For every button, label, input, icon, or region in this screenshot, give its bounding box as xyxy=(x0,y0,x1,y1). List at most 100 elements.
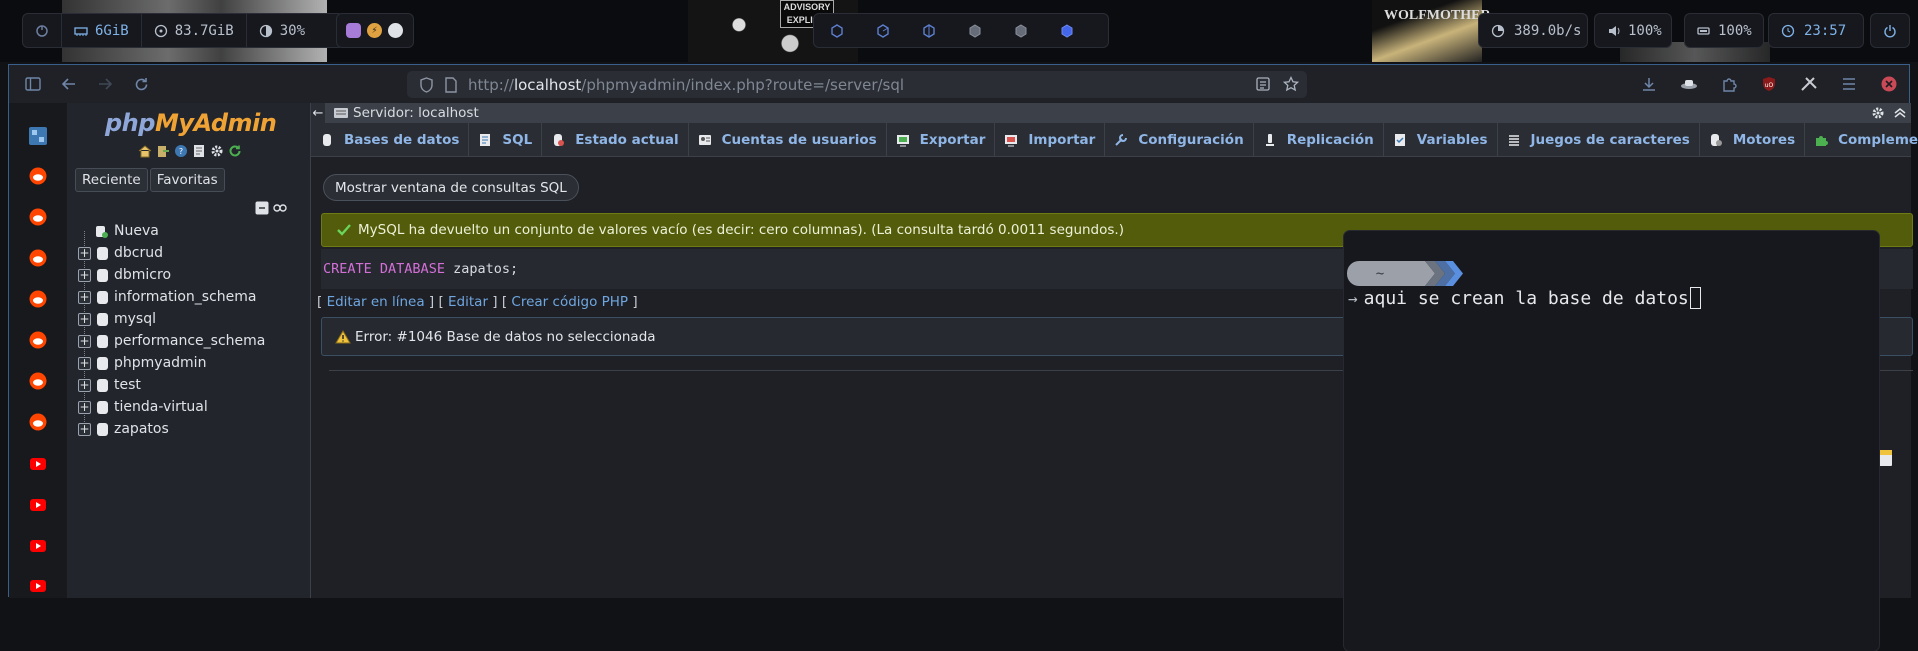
tab-databases[interactable]: Bases de datos xyxy=(311,123,470,157)
tab-reddit-7[interactable] xyxy=(28,412,48,432)
show-query-window-button[interactable]: Mostrar ventana de consultas SQL xyxy=(323,174,579,201)
tab-reddit-1[interactable] xyxy=(28,166,48,186)
back-button[interactable] xyxy=(51,65,87,103)
tray-bolt-icon[interactable]: ⚡ xyxy=(367,23,382,38)
database-name[interactable]: mysql xyxy=(114,311,156,327)
database-item-dbmicro[interactable]: + dbmicro xyxy=(75,264,305,286)
recent-tab[interactable]: Reciente xyxy=(75,168,148,192)
tab-variables[interactable]: Variables xyxy=(1384,123,1498,157)
tab-status[interactable]: Estado actual xyxy=(542,123,689,157)
battery-pill[interactable]: 100% xyxy=(1684,13,1764,48)
tab-sql[interactable]: SQL xyxy=(469,123,543,157)
tab-export[interactable]: Exportar xyxy=(887,123,996,157)
reader-view-icon[interactable] xyxy=(1255,76,1271,92)
database-item-mysql[interactable]: + mysql xyxy=(75,308,305,330)
tab-reddit-4[interactable] xyxy=(28,289,48,309)
workspace-2-icon[interactable] xyxy=(860,23,906,38)
shield-icon[interactable] xyxy=(419,76,434,93)
power-pill[interactable] xyxy=(1870,13,1910,48)
expand-icon[interactable]: + xyxy=(78,356,91,370)
volume-pill[interactable]: 100% xyxy=(1594,13,1672,48)
help-icon[interactable]: ? xyxy=(173,143,188,158)
reload-button[interactable] xyxy=(123,65,159,103)
tab-replication[interactable]: Replicación xyxy=(1254,123,1384,157)
steam-icon[interactable] xyxy=(388,23,403,38)
tab-import[interactable]: Importar xyxy=(995,123,1106,157)
tab-charsets[interactable]: Juegos de caracteres xyxy=(1498,123,1700,157)
close-window-button[interactable] xyxy=(1869,65,1909,103)
tab-reddit-6[interactable] xyxy=(28,371,48,391)
documentation-icon[interactable] xyxy=(191,143,206,158)
database-item-test[interactable]: + test xyxy=(75,374,305,396)
clock-pill[interactable]: 23:57 xyxy=(1768,13,1864,48)
workspace-4-icon[interactable] xyxy=(952,23,998,38)
expand-icon[interactable]: + xyxy=(78,268,91,282)
database-item-information-schema[interactable]: + information_schema xyxy=(75,286,305,308)
tab-reddit-3[interactable] xyxy=(28,248,48,268)
bookmark-star-icon[interactable] xyxy=(1283,76,1299,92)
expand-icon[interactable]: + xyxy=(78,334,91,348)
expand-icon[interactable]: + xyxy=(78,290,91,304)
database-item-performance-schema[interactable]: + performance_schema xyxy=(75,330,305,352)
collapse-navigation-button[interactable]: ← xyxy=(311,103,325,123)
database-name[interactable]: test xyxy=(114,377,141,393)
ublock-button[interactable]: uO xyxy=(1749,65,1789,103)
server-breadcrumb[interactable]: Servidor: localhost xyxy=(353,105,479,121)
cpu-indicator[interactable]: 30% xyxy=(247,14,317,47)
tab-reddit-5[interactable] xyxy=(28,330,48,350)
expand-icon[interactable]: + xyxy=(78,312,91,326)
sidebar-toggle-button[interactable] xyxy=(15,65,51,103)
create-php-code-link[interactable]: Crear código PHP xyxy=(511,294,628,310)
tab-settings[interactable]: Configuración xyxy=(1105,123,1254,157)
expand-icon[interactable]: + xyxy=(78,400,91,414)
memory-indicator[interactable]: 6GiB xyxy=(62,14,142,47)
menu-button[interactable] xyxy=(1829,65,1869,103)
expand-icon[interactable]: + xyxy=(78,378,91,392)
database-name[interactable]: dbcrud xyxy=(114,245,163,261)
reload-navigation-icon[interactable] xyxy=(227,143,242,158)
forward-button[interactable] xyxy=(87,65,123,103)
edit-link[interactable]: Editar xyxy=(448,294,488,310)
database-name[interactable]: dbmicro xyxy=(114,267,171,283)
tab-phpmyadmin[interactable] xyxy=(28,126,48,146)
database-name[interactable]: phpmyadmin xyxy=(114,355,206,371)
workspace-5-icon[interactable] xyxy=(998,23,1044,38)
home-icon[interactable] xyxy=(137,143,152,158)
database-item-phpmyadmin[interactable]: + phpmyadmin xyxy=(75,352,305,374)
disk-indicator[interactable]: 83.7GiB xyxy=(142,14,247,47)
extension-tools-button[interactable] xyxy=(1789,65,1829,103)
favorites-tab[interactable]: Favoritas xyxy=(149,168,225,192)
database-name[interactable]: zapatos xyxy=(114,421,169,437)
tab-reddit-2[interactable] xyxy=(28,207,48,227)
new-database-item[interactable]: Nueva xyxy=(75,220,305,242)
terminal-overlay[interactable]: ~ → aqui se crean la base de datos xyxy=(1344,231,1879,651)
database-name[interactable]: tienda-virtual xyxy=(114,399,208,415)
database-name[interactable]: performance_schema xyxy=(114,333,265,349)
database-item-zapatos[interactable]: + zapatos xyxy=(75,418,305,440)
tab-engines[interactable]: Motores xyxy=(1700,123,1806,157)
page-settings-icon[interactable] xyxy=(1871,106,1885,120)
workspace-3-icon[interactable] xyxy=(906,23,952,38)
tab-user-accounts[interactable]: Cuentas de usuarios xyxy=(689,123,887,157)
phpmyadmin-logo[interactable]: phpMyAdmin xyxy=(105,109,277,137)
downloads-button[interactable] xyxy=(1629,65,1669,103)
collapse-all-icon[interactable] xyxy=(255,201,269,215)
settings-gear-icon[interactable] xyxy=(209,143,224,158)
logout-icon[interactable] xyxy=(155,143,170,158)
workspace-1-icon[interactable] xyxy=(814,23,860,38)
workspace-6-icon-active[interactable] xyxy=(1044,23,1090,38)
tab-plugins[interactable]: Complementos xyxy=(1805,123,1918,157)
network-pill[interactable]: 389.0b/s xyxy=(1478,13,1588,48)
page-info-icon[interactable] xyxy=(444,76,458,93)
tray-app-icon[interactable] xyxy=(346,23,361,38)
tab-youtube-3[interactable] xyxy=(28,536,48,556)
expand-icon[interactable]: + xyxy=(78,422,91,436)
inline-edit-link[interactable]: Editar en línea xyxy=(327,294,425,310)
collapse-top-menu-icon[interactable] xyxy=(1893,106,1907,120)
database-item-dbcrud[interactable]: + dbcrud xyxy=(75,242,305,264)
command-line[interactable]: → aqui se crean la base de datos xyxy=(1348,287,1701,309)
address-bar[interactable]: http://localhost/phpmyadmin/index.php?ro… xyxy=(407,71,1307,98)
link-icon[interactable] xyxy=(273,203,287,213)
tab-youtube-1[interactable] xyxy=(28,454,48,474)
extensions-button[interactable] xyxy=(1709,65,1749,103)
